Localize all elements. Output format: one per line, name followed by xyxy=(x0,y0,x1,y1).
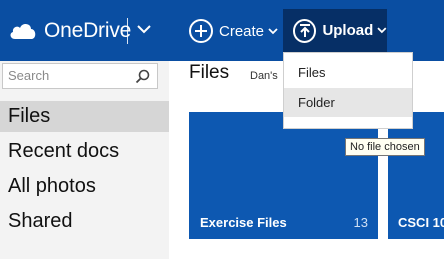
sidebar-item-all-photos[interactable]: All photos xyxy=(0,171,169,202)
plus-circle-icon xyxy=(189,19,213,43)
upload-circle-icon xyxy=(293,18,317,43)
tile-name: Exercise Files xyxy=(200,215,287,230)
header-divider xyxy=(127,18,128,44)
sidebar-item-shared[interactable]: Shared xyxy=(0,206,169,237)
page-title: Files xyxy=(189,62,230,83)
onedrive-cloud-icon xyxy=(10,23,36,39)
upload-button[interactable]: Upload xyxy=(283,9,387,52)
create-button[interactable]: Create xyxy=(189,16,278,46)
folder-tile-exercise-files[interactable]: Exercise Files 13 xyxy=(189,112,378,239)
chevron-down-icon xyxy=(268,27,278,34)
search-box xyxy=(2,63,158,89)
chevron-down-icon xyxy=(377,27,387,34)
upload-dropdown-menu: Files Folder xyxy=(283,52,413,129)
upload-files-option[interactable]: Files xyxy=(284,58,412,87)
upload-folder-option[interactable]: Folder xyxy=(284,88,412,117)
search-icon[interactable] xyxy=(135,69,150,84)
sidebar-item-files[interactable]: Files xyxy=(0,101,169,132)
search-input[interactable] xyxy=(8,68,128,83)
folder-tile-csci[interactable]: CSCI 10 xyxy=(388,112,444,239)
sidebar: Files Recent docs All photos Shared xyxy=(0,61,169,259)
upload-label: Upload xyxy=(322,22,374,39)
tile-name: CSCI 10 xyxy=(398,215,444,230)
file-input-tooltip: No file chosen xyxy=(345,138,425,156)
app-title: OneDrive xyxy=(44,19,132,42)
chevron-down-icon[interactable] xyxy=(137,24,151,34)
create-label: Create xyxy=(219,22,265,40)
tile-count: 13 xyxy=(353,215,368,230)
sidebar-item-recent-docs[interactable]: Recent docs xyxy=(0,136,169,167)
onedrive-logo[interactable]: OneDrive xyxy=(8,17,131,45)
breadcrumb[interactable]: Dan's xyxy=(250,70,278,82)
